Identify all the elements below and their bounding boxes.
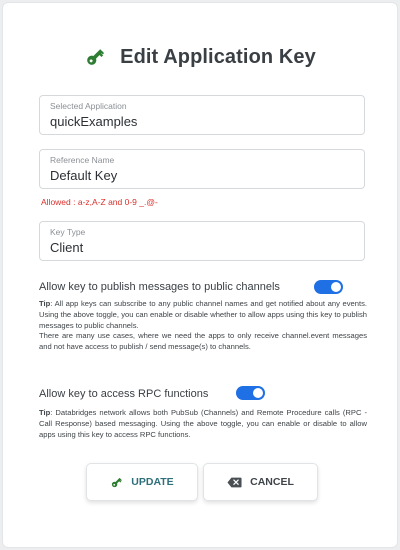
cancel-button[interactable]: CANCEL <box>203 463 318 501</box>
update-button[interactable]: UPDATE <box>86 463 198 501</box>
publish-tip: Tip: All app keys can subscribe to any p… <box>39 299 367 353</box>
publish-tip-text: : All app keys can subscribe to any publ… <box>39 299 367 330</box>
reference-name-input[interactable]: Default Key <box>50 166 354 186</box>
tip-prefix: Tip <box>39 408 51 417</box>
selected-application-label: Selected Application <box>50 101 127 111</box>
key-icon <box>112 477 123 487</box>
update-button-label: UPDATE <box>131 476 174 488</box>
toggle-knob <box>253 388 263 398</box>
tip-prefix: Tip <box>39 299 51 308</box>
reference-name-label: Reference Name <box>50 155 115 165</box>
dialog-header: Edit Application Key <box>3 43 397 71</box>
publish-toggle-row: Allow key to publish messages to public … <box>39 278 280 296</box>
selected-application-value[interactable]: quickExamples <box>50 112 354 132</box>
key-type-label: Key Type <box>50 227 86 237</box>
publish-tip-text-2: There are many use cases, where we need … <box>39 331 367 352</box>
toggle-knob <box>331 282 341 292</box>
page-title: Edit Application Key <box>120 45 316 68</box>
rpc-toggle-switch[interactable] <box>236 386 265 400</box>
reference-name-field[interactable]: Reference Name Default Key <box>39 149 365 189</box>
reference-name-hint: Allowed : a-z,A-Z and 0-9 _.@- <box>41 197 158 207</box>
publish-toggle-label: Allow key to publish messages to public … <box>39 281 280 293</box>
rpc-toggle-row: Allow key to access RPC functions <box>39 385 208 403</box>
backspace-icon <box>227 477 242 487</box>
edit-key-card: Edit Application Key Selected Applicatio… <box>2 2 398 548</box>
rpc-toggle-label: Allow key to access RPC functions <box>39 388 209 400</box>
key-type-field[interactable]: Key Type Client <box>39 221 365 261</box>
publish-toggle-switch[interactable] <box>314 280 343 294</box>
selected-application-field[interactable]: Selected Application quickExamples <box>39 95 365 135</box>
key-type-value[interactable]: Client <box>50 238 354 258</box>
cancel-button-label: CANCEL <box>250 476 294 488</box>
rpc-tip: Tip: Databridges network allows both Pub… <box>39 408 367 440</box>
key-icon <box>87 49 105 65</box>
rpc-tip-text: : Databridges network allows both PubSub… <box>39 408 367 439</box>
